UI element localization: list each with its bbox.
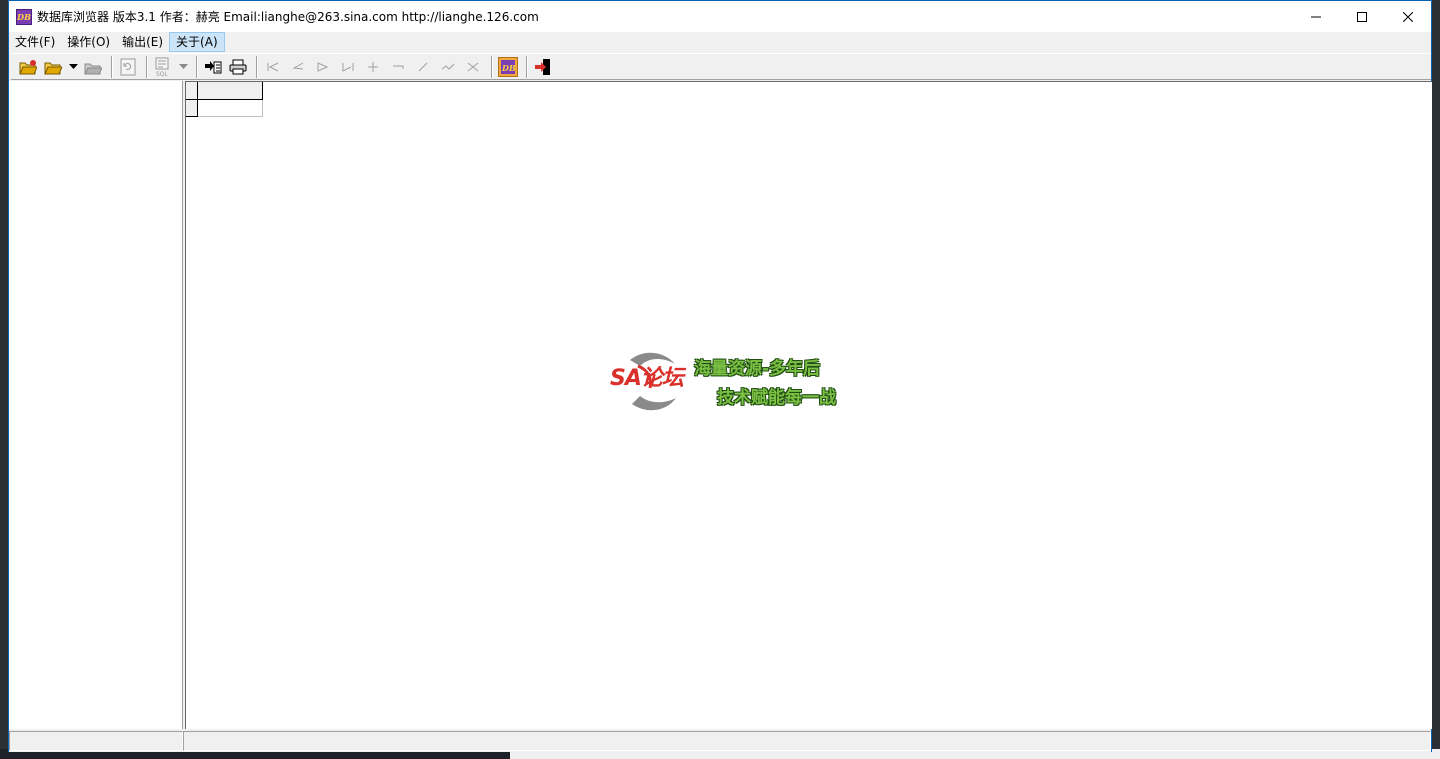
toolbar: SQL DB	[11, 53, 1431, 80]
first-record-icon	[267, 62, 279, 71]
refresh-icon	[120, 58, 136, 75]
open-folder-icon	[44, 62, 62, 74]
print-button[interactable]	[227, 56, 249, 78]
save-icon	[84, 63, 102, 74]
refresh-button[interactable]	[117, 56, 139, 78]
first-record-button[interactable]	[262, 56, 284, 78]
menu-operation[interactable]: 操作(O)	[61, 32, 116, 52]
data-grid-pane[interactable]: SA论坛 海量资源-多年后 技术赋能每一战	[185, 81, 1432, 729]
insert-record-icon	[368, 61, 378, 72]
dropdown-arrow-icon	[178, 64, 188, 69]
toolbar-separator	[491, 55, 493, 78]
last-record-button[interactable]	[337, 56, 359, 78]
open-dropdown-button[interactable]	[67, 56, 79, 78]
menu-file[interactable]: 文件(F)	[9, 32, 61, 52]
export-button[interactable]	[202, 56, 224, 78]
cancel-record-button[interactable]	[462, 56, 484, 78]
toolbar-separator	[111, 55, 113, 78]
open-folder-button[interactable]	[42, 56, 64, 78]
minimize-button[interactable]	[1293, 1, 1339, 32]
table-list-pane[interactable]	[9, 81, 183, 729]
last-record-icon	[342, 62, 354, 72]
close-icon	[1403, 11, 1413, 22]
dropdown-arrow-icon	[68, 64, 78, 69]
grid-column-header[interactable]	[198, 82, 263, 100]
export-icon	[205, 60, 222, 73]
minimize-icon	[1311, 16, 1321, 17]
about-icon: DB	[498, 56, 518, 77]
sql-query-button[interactable]: SQL	[152, 56, 174, 78]
print-icon	[229, 59, 247, 74]
next-record-button[interactable]	[312, 56, 334, 78]
open-database-button[interactable]	[17, 56, 39, 78]
delete-record-button[interactable]	[387, 56, 409, 78]
status-panel-left	[9, 731, 183, 751]
cancel-record-icon	[467, 62, 479, 71]
status-panel-main	[183, 731, 1431, 751]
exit-icon	[535, 58, 550, 75]
menu-output[interactable]: 输出(E)	[116, 32, 169, 52]
open-database-icon	[19, 59, 37, 74]
prior-record-icon	[292, 62, 304, 69]
edit-record-button[interactable]	[412, 56, 434, 78]
watermark-logo-text: SA论坛	[610, 366, 684, 391]
edit-record-icon	[418, 62, 428, 71]
post-record-icon	[441, 63, 455, 70]
watermark-slogan-line1: 海量资源-多年后	[694, 359, 821, 379]
sql-dropdown-button[interactable]	[177, 56, 189, 78]
next-record-icon	[317, 61, 329, 72]
grid-cell[interactable]	[198, 100, 263, 117]
svg-text:DB: DB	[501, 63, 516, 73]
app-logo-icon: DB	[16, 8, 32, 25]
insert-record-button[interactable]	[362, 56, 384, 78]
post-record-button[interactable]	[437, 56, 459, 78]
about-button[interactable]: DB	[497, 56, 519, 78]
delete-record-icon	[393, 65, 404, 69]
watermark-slogan-line2: 技术赋能每一战	[717, 388, 836, 408]
app-window: DB 数据库浏览器 版本3.1 作者：赫亮 Email:lianghe@263.…	[8, 0, 1432, 752]
toolbar-separator	[256, 55, 258, 78]
menu-about[interactable]: 关于(A)	[169, 32, 225, 52]
window-title: 数据库浏览器 版本3.1 作者：赫亮 Email:lianghe@263.sin…	[37, 10, 539, 24]
toolbar-separator	[196, 55, 198, 78]
close-button[interactable]	[1385, 1, 1431, 32]
window-controls	[1293, 1, 1431, 32]
sql-query-icon: SQL	[155, 57, 169, 77]
menu-bar: 文件(F) 操作(O) 输出(E) 关于(A)	[9, 32, 1431, 52]
exit-button[interactable]	[532, 56, 554, 78]
watermark: SA论坛 海量资源-多年后 技术赋能每一战	[610, 346, 850, 418]
status-bar	[9, 730, 1431, 752]
toolbar-separator	[526, 55, 528, 78]
prior-record-button[interactable]	[287, 56, 309, 78]
svg-text:SQL: SQL	[156, 71, 169, 77]
grid-corner-header	[186, 82, 198, 100]
save-button[interactable]	[82, 56, 104, 78]
title-bar[interactable]: DB 数据库浏览器 版本3.1 作者：赫亮 Email:lianghe@263.…	[9, 1, 1431, 32]
maximize-icon	[1357, 11, 1367, 22]
maximize-button[interactable]	[1339, 1, 1385, 32]
toolbar-separator	[146, 55, 148, 78]
grid-row-indicator[interactable]	[186, 100, 198, 117]
